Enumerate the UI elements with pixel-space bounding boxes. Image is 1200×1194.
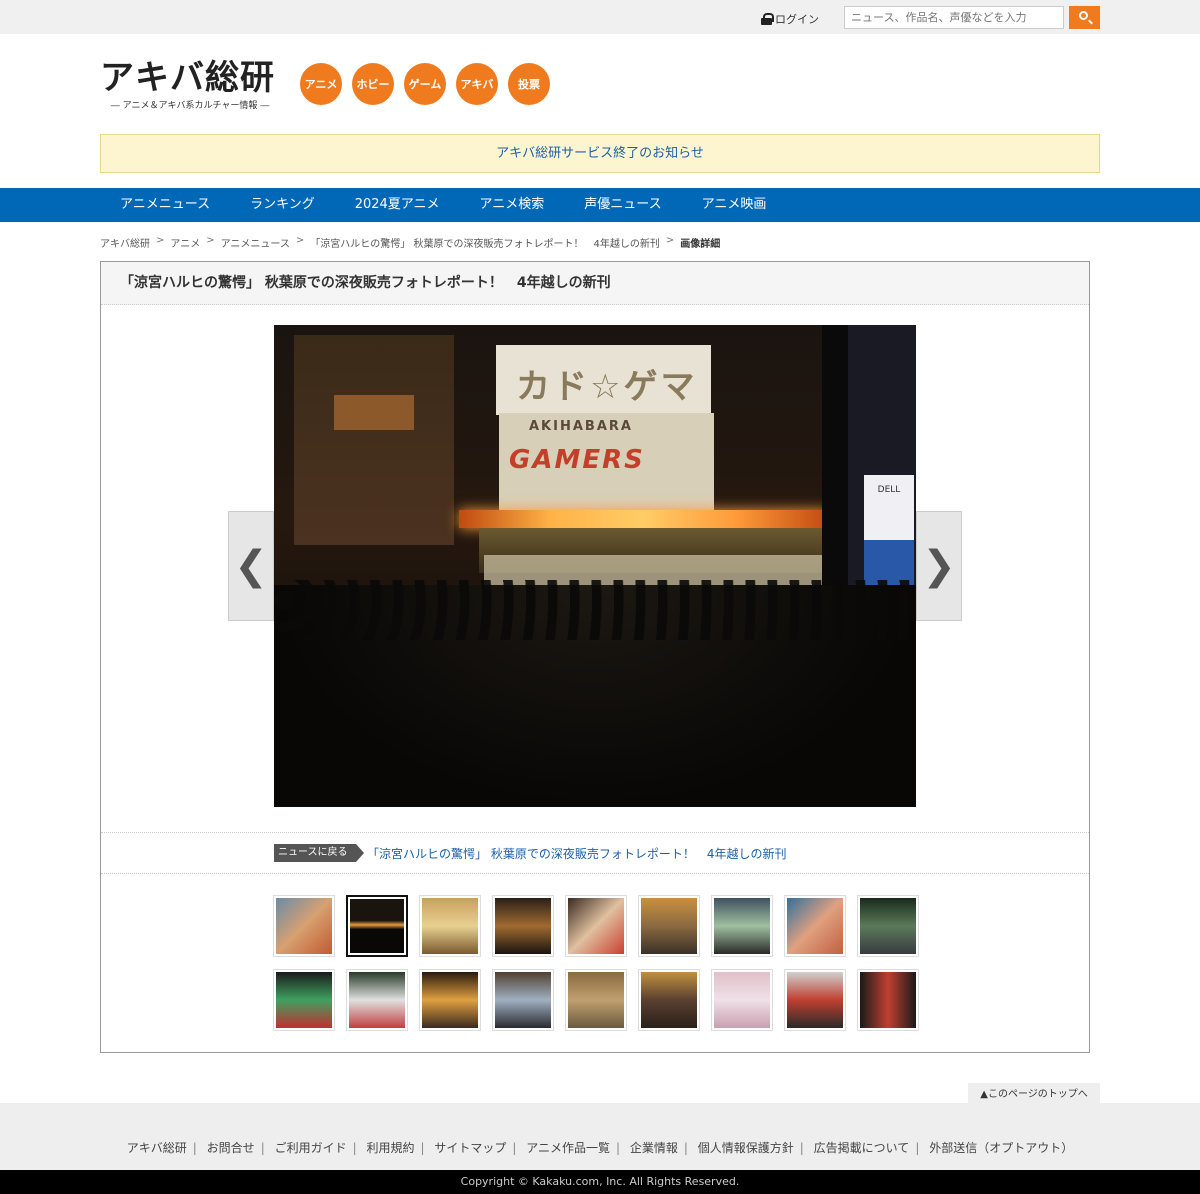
image-detail-panel: 「涼宮ハルヒの驚愕」 秋葉原での深夜販売フォトレポート！ 4年越しの新刊 カド☆… (100, 261, 1090, 1053)
nav-anime-news[interactable]: アニメニュース (100, 188, 230, 222)
service-end-notice[interactable]: アキバ総研サービス終了のお知らせ (100, 134, 1100, 173)
nav-anime-movie[interactable]: アニメ映画 (682, 188, 787, 222)
top-utility-bar: ログイン (0, 0, 1200, 34)
thumbnail-selected[interactable] (346, 895, 408, 957)
thumbnail[interactable] (638, 895, 700, 957)
page-top-button[interactable]: ▲このページのトップへ (968, 1083, 1100, 1105)
chevron-right-icon: > (206, 235, 215, 246)
copyright: Copyright © Kakaku.com, Inc. All Rights … (0, 1170, 1200, 1194)
thumbnail[interactable] (492, 969, 554, 1031)
footer-link[interactable]: アニメ作品一覧 (526, 1141, 610, 1155)
back-to-news-link[interactable]: 「涼宮ハルヒの驚愕」 秋葉原での深夜販売フォトレポート！ 4年越しの新刊 (367, 845, 786, 862)
breadcrumb-item[interactable]: 「涼宮ハルヒの驚愕」 秋葉原での深夜販売フォトレポート！ 4年越しの新刊 (310, 235, 660, 250)
photo-sign-gamers: GAMERS (509, 445, 645, 475)
thumbnail[interactable] (273, 895, 335, 957)
thumbnail[interactable] (711, 895, 773, 957)
thumbnail[interactable] (857, 969, 919, 1031)
thumbnail[interactable] (565, 969, 627, 1031)
footer-link[interactable]: 利用規約 (366, 1141, 414, 1155)
main-nav: アニメニュース ランキング 2024夏アニメ アニメ検索 声優ニュース アニメ映… (0, 188, 1200, 222)
thumbnail[interactable] (419, 969, 481, 1031)
chevron-right-icon: > (665, 235, 675, 246)
article-title: 「涼宮ハルヒの驚愕」 秋葉原での深夜販売フォトレポート！ 4年越しの新刊 (101, 262, 1089, 305)
category-anime[interactable]: アニメ (300, 63, 342, 105)
thumbnail[interactable] (784, 895, 846, 957)
prev-image-button[interactable]: ❮ (228, 511, 274, 621)
logo-subtitle: ― アニメ＆アキバ系カルチャー情報 ― (110, 101, 270, 111)
next-image-button[interactable]: ❯ (916, 511, 962, 621)
thumbnail[interactable] (857, 895, 919, 957)
logo-title: アキバ総研 (100, 58, 275, 98)
thumbnail[interactable] (492, 895, 554, 957)
site-logo[interactable]: アキバ総研 ― アニメ＆アキバ系カルチャー情報 ― (100, 60, 280, 111)
category-akiba[interactable]: アキバ (456, 63, 498, 105)
chevron-right-icon: > (295, 235, 305, 246)
footer-link[interactable]: 企業情報 (630, 1141, 678, 1155)
lock-icon (761, 13, 774, 25)
back-to-news-label: ニュースに戻る (274, 844, 363, 862)
footer-link[interactable]: お問合せ (207, 1141, 255, 1155)
category-vote[interactable]: 投票 (508, 63, 550, 105)
search-input[interactable] (844, 6, 1064, 29)
thumbnail[interactable] (638, 969, 700, 1031)
nav-voice-actor-news[interactable]: 声優ニュース (564, 188, 681, 222)
footer-link[interactable]: アキバ総研 (127, 1141, 187, 1155)
thumbnail[interactable] (565, 895, 627, 957)
footer-link[interactable]: 外部送信（オプトアウト） (929, 1141, 1073, 1155)
footer-link[interactable]: ご利用ガイド (275, 1141, 347, 1155)
photo-sign-akihabara: AKIHABARA (529, 419, 633, 434)
thumbnail[interactable] (784, 969, 846, 1031)
search-button[interactable] (1069, 6, 1100, 29)
category-nav: アニメ ホビー ゲーム アキバ 投票 (300, 63, 550, 105)
login-label: ログイン (775, 13, 819, 26)
nav-ranking[interactable]: ランキング (230, 188, 335, 222)
nav-summer-anime[interactable]: 2024夏アニメ (335, 188, 460, 222)
footer-link[interactable]: 個人情報保護方針 (698, 1141, 794, 1155)
chevron-right-icon: > (156, 235, 165, 246)
photo-sign-dell: DELL (864, 475, 914, 540)
main-photo: カド☆ゲマ AKIHABARA GAMERS DELL (274, 325, 916, 807)
breadcrumb-item[interactable]: アキバ総研 (100, 235, 150, 250)
footer-link[interactable]: サイトマップ (434, 1141, 506, 1155)
photo-sign-top: カド☆ゲマ (516, 367, 698, 407)
category-game[interactable]: ゲーム (404, 63, 446, 105)
login-link[interactable]: ログイン (761, 11, 819, 27)
thumbnail[interactable] (419, 895, 481, 957)
breadcrumb-item[interactable]: アニメ (170, 235, 200, 250)
footer: アキバ総研 | お問合せ | ご利用ガイド | 利用規約 | サイトマップ | アニメ作品… (0, 1103, 1200, 1170)
thumbnail[interactable] (711, 969, 773, 1031)
search-icon (1079, 11, 1088, 20)
footer-links: アキバ総研 | お問合せ | ご利用ガイド | 利用規約 | サイトマップ | アニメ作品… (126, 1141, 1074, 1155)
footer-link[interactable]: 広告掲載について (814, 1141, 910, 1155)
back-to-news-row: ニュースに戻る 「涼宮ハルヒの驚愕」 秋葉原での深夜販売フォトレポート！ 4年越… (101, 832, 1089, 874)
thumbnail[interactable] (273, 969, 335, 1031)
thumbnail[interactable] (346, 969, 408, 1031)
breadcrumb-current: 画像詳細 (680, 239, 721, 250)
breadcrumb: アキバ総研 > アニメ > アニメニュース > 「涼宮ハルヒの驚愕」 秋葉原での深夜販… (100, 235, 720, 250)
nav-anime-search[interactable]: アニメ検索 (460, 188, 565, 222)
breadcrumb-item[interactable]: アニメニュース (221, 235, 290, 250)
category-hobby[interactable]: ホビー (352, 63, 394, 105)
